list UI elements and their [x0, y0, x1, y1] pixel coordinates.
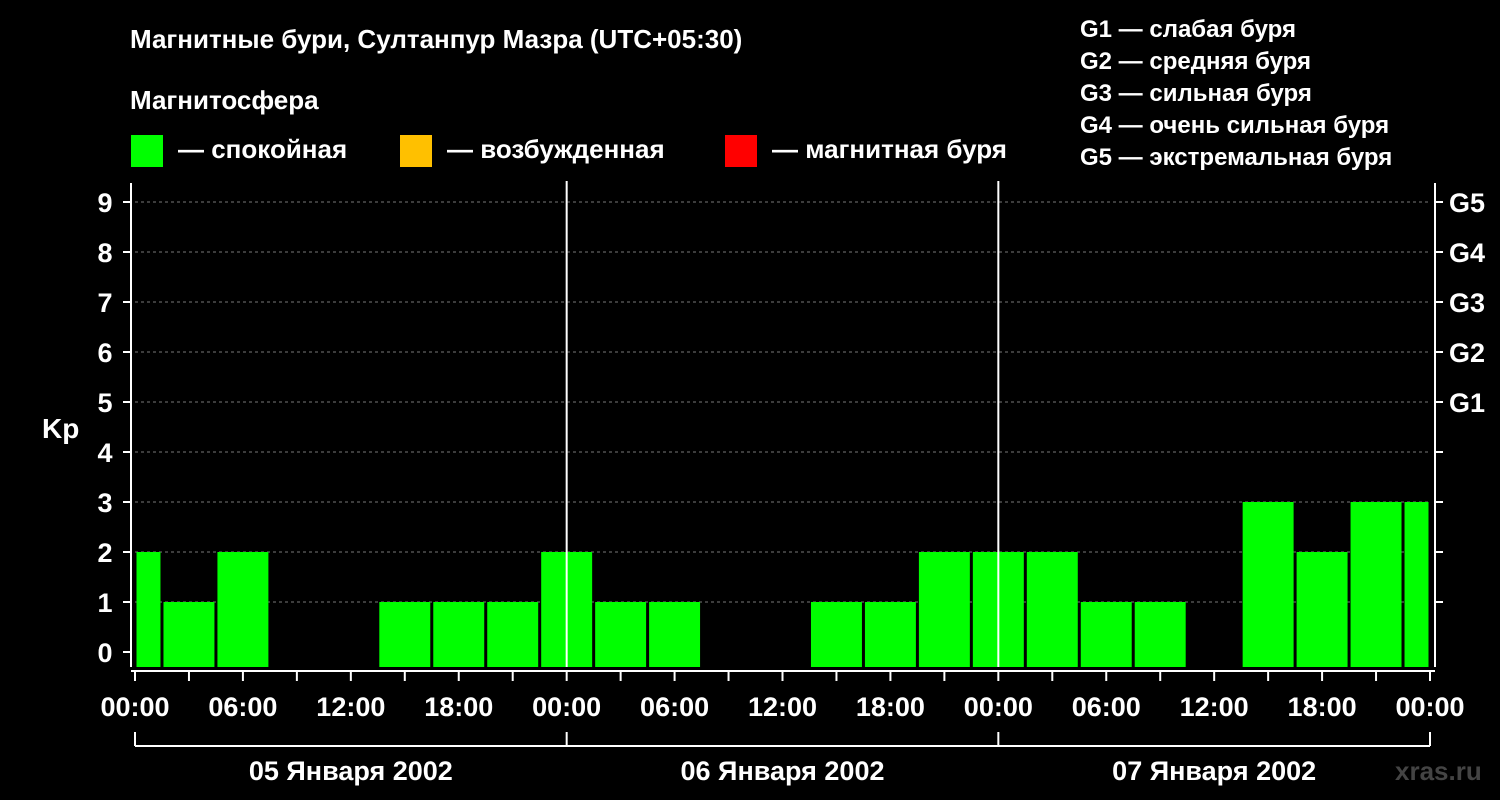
- kp-bar: [918, 552, 970, 667]
- x-tick-label: 12:00: [1180, 692, 1249, 722]
- kp-bar: [487, 602, 539, 667]
- right-tick-label: G2: [1449, 338, 1485, 368]
- kp-bar: [433, 602, 485, 667]
- kp-bar: [163, 602, 215, 667]
- kp-bar: [136, 552, 161, 667]
- storm-level-g5: G5 — экстремальная буря: [1080, 144, 1392, 171]
- legend-swatch-quiet: [131, 135, 163, 167]
- day-label: 06 Января 2002: [681, 756, 885, 786]
- kp-bar: [595, 602, 647, 667]
- kp-bar: [1350, 502, 1402, 667]
- legend-label-quiet: — спокойная: [178, 134, 347, 164]
- storm-level-g1: G1 — слабая буря: [1080, 16, 1296, 43]
- x-tick-label: 00:00: [532, 692, 601, 722]
- y-tick-label: 9: [97, 188, 112, 218]
- kp-bar: [1404, 502, 1429, 667]
- kp-bar: [864, 602, 916, 667]
- right-tick-label: G1: [1449, 388, 1485, 418]
- legend-title: Магнитосфера: [130, 85, 319, 115]
- kp-bar: [1296, 552, 1348, 667]
- y-tick-label: 4: [97, 438, 112, 468]
- x-tick-label: 06:00: [1072, 692, 1141, 722]
- x-tick-label: 06:00: [640, 692, 709, 722]
- right-tick-label: G5: [1449, 188, 1485, 218]
- x-tick-label: 00:00: [100, 692, 169, 722]
- kp-bar: [1026, 552, 1078, 667]
- y-tick-label: 7: [97, 288, 112, 318]
- x-tick-label: 06:00: [208, 692, 277, 722]
- kp-bar: [1242, 502, 1294, 667]
- day-label: 07 Января 2002: [1112, 756, 1316, 786]
- kp-chart: Магнитные бури, Султанпур Мазра (UTC+05:…: [0, 0, 1500, 800]
- watermark: xras.ru: [1395, 756, 1482, 786]
- kp-bar: [1134, 602, 1186, 667]
- x-tick-label: 18:00: [1288, 692, 1357, 722]
- storm-level-g3: G3 — сильная буря: [1080, 80, 1312, 107]
- legend-swatch-active: [400, 135, 432, 167]
- x-tick-label: 18:00: [424, 692, 493, 722]
- y-tick-label: 6: [97, 338, 112, 368]
- legend-label-active: — возбужденная: [447, 134, 665, 164]
- day-label: 05 Января 2002: [249, 756, 453, 786]
- kp-bar: [649, 602, 701, 667]
- x-tick-label: 18:00: [856, 692, 925, 722]
- kp-bar: [217, 552, 269, 667]
- chart-title: Магнитные бури, Султанпур Мазра (UTC+05:…: [130, 24, 742, 54]
- x-tick-label: 00:00: [964, 692, 1033, 722]
- y-tick-label: 5: [97, 388, 112, 418]
- storm-level-g4: G4 — очень сильная буря: [1080, 112, 1389, 139]
- storm-level-g2: G2 — средняя буря: [1080, 48, 1311, 75]
- x-tick-label: 00:00: [1395, 692, 1464, 722]
- y-tick-label: 2: [97, 538, 112, 568]
- y-tick-label: 8: [97, 238, 112, 268]
- y-tick-label: 1: [97, 588, 112, 618]
- x-tick-label: 12:00: [316, 692, 385, 722]
- legend-swatch-storm: [725, 135, 757, 167]
- legend: — спокойная — возбужденная — магнитная б…: [131, 134, 1007, 167]
- legend-label-storm: — магнитная буря: [772, 134, 1007, 164]
- right-tick-label: G3: [1449, 288, 1485, 318]
- y-axis-label: Kp: [42, 413, 79, 444]
- kp-bar: [1080, 602, 1132, 667]
- right-tick-label: G4: [1449, 238, 1485, 268]
- x-tick-label: 12:00: [748, 692, 817, 722]
- y-tick-label: 3: [97, 488, 112, 518]
- y-tick-label: 0: [97, 638, 112, 668]
- kp-bar: [379, 602, 431, 667]
- kp-bar: [810, 602, 862, 667]
